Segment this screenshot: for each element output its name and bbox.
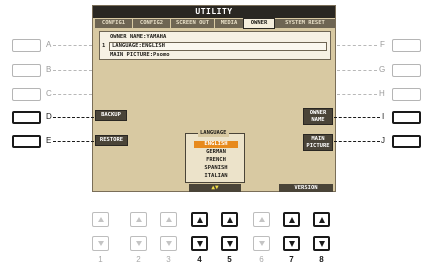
side-button-d[interactable] (12, 111, 41, 124)
up-triangle-icon (97, 217, 104, 222)
down-triangle-icon (318, 240, 325, 247)
language-item-italian[interactable]: ITALIAN (194, 173, 238, 180)
side-button-b[interactable] (12, 64, 41, 77)
main-picture-soft-button[interactable]: MAIN PICTURE (303, 134, 333, 151)
tab-system-reset[interactable]: SYSTEM RESET (275, 19, 335, 28)
side-letter-d: D (46, 112, 52, 121)
guide-line-b (53, 70, 92, 71)
guide-line-c (53, 94, 92, 95)
language-row: LANGUAGE:ENGLISH (109, 42, 327, 51)
guide-line-a (53, 45, 92, 46)
tab-owner[interactable]: OWNER (243, 18, 275, 29)
up-button-3[interactable] (160, 212, 177, 227)
row-number: 1 (102, 43, 106, 49)
side-letter-f: F (380, 40, 385, 49)
up-triangle-icon (288, 216, 295, 223)
language-item-german[interactable]: GERMAN (194, 149, 238, 156)
side-button-e[interactable] (12, 135, 41, 148)
up-triangle-icon (226, 216, 233, 223)
button-number-8: 8 (319, 255, 324, 264)
side-button-g[interactable] (392, 64, 421, 77)
up-button-7[interactable] (283, 212, 300, 227)
down-triangle-icon (165, 241, 172, 246)
up-button-6[interactable] (253, 212, 270, 227)
language-item-french[interactable]: FRENCH (194, 157, 238, 164)
side-button-j[interactable] (392, 135, 421, 148)
guide-line-e (53, 141, 94, 142)
side-letter-e: E (46, 136, 52, 145)
version-button[interactable]: VERSION (279, 184, 333, 192)
up-button-5[interactable] (221, 212, 238, 227)
owner-name-soft-button[interactable]: OWNER NAME (303, 108, 333, 125)
guide-line-f (337, 45, 377, 46)
button-number-6: 6 (259, 255, 264, 264)
owner-info-panel: OWNER NAME:YAMAHA 1 LANGUAGE:ENGLISH MAI… (99, 31, 331, 60)
button-number-1: 1 (98, 255, 103, 264)
up-button-4[interactable] (191, 212, 208, 227)
side-letter-i: I (382, 112, 385, 121)
backup-soft-button[interactable]: BACKUP (95, 110, 127, 121)
side-button-c[interactable] (12, 88, 41, 101)
up-triangle-icon (135, 217, 142, 222)
lcd-screen: UTILITY CONFIG1 CONFIG2 SCREEN OUT MEDIA… (92, 5, 336, 192)
tab-config2[interactable]: CONFIG2 (133, 19, 170, 28)
tab-media[interactable]: MEDIA (215, 19, 243, 28)
guide-line-h (337, 94, 377, 95)
side-letter-a: A (46, 40, 52, 49)
up-button-1[interactable] (92, 212, 109, 227)
language-list: LANGUAGE ENGLISH GERMAN FRENCH SPANISH I… (185, 130, 245, 183)
down-triangle-icon (97, 241, 104, 246)
owner-name-row: OWNER NAME:YAMAHA (110, 34, 167, 40)
side-letter-b: B (46, 65, 52, 74)
up-triangle-icon (318, 216, 325, 223)
side-button-a[interactable] (12, 39, 41, 52)
language-item-english[interactable]: ENGLISH (194, 141, 238, 148)
tab-screen-out[interactable]: SCREEN OUT (171, 19, 214, 28)
up-triangle-icon (196, 216, 203, 223)
down-button-2[interactable] (130, 236, 147, 251)
side-button-f[interactable] (392, 39, 421, 52)
side-letter-h: H (379, 89, 385, 98)
guide-line-g (337, 70, 377, 71)
side-letter-g: G (379, 65, 386, 74)
button-number-5: 5 (227, 255, 232, 264)
side-button-h[interactable] (392, 88, 421, 101)
tab-config1[interactable]: CONFIG1 (95, 19, 132, 28)
down-triangle-icon (135, 241, 142, 246)
down-button-1[interactable] (92, 236, 109, 251)
down-triangle-icon (196, 240, 203, 247)
up-triangle-icon (165, 217, 172, 222)
side-button-i[interactable] (392, 111, 421, 124)
side-letter-c: C (46, 89, 52, 98)
screen-title: UTILITY (93, 6, 335, 18)
button-number-4: 4 (197, 255, 202, 264)
language-item-spanish[interactable]: SPANISH (194, 165, 238, 172)
down-triangle-icon (258, 241, 265, 246)
language-list-title: LANGUAGE (198, 130, 229, 137)
side-letter-j: J (381, 136, 385, 145)
up-triangle-icon (258, 217, 265, 222)
down-button-8[interactable] (313, 236, 330, 251)
up-button-2[interactable] (130, 212, 147, 227)
down-triangle-icon (288, 240, 295, 247)
down-triangle-icon (226, 240, 233, 247)
down-button-5[interactable] (221, 236, 238, 251)
tab-bar: CONFIG1 CONFIG2 SCREEN OUT MEDIA OWNER S… (95, 18, 335, 29)
main-picture-row: MAIN PICTURE:Psomo (110, 52, 170, 58)
down-button-7[interactable] (283, 236, 300, 251)
guide-line-j (334, 141, 380, 142)
guide-line-i (334, 117, 380, 118)
guide-line-d (53, 117, 94, 118)
up-button-8[interactable] (313, 212, 330, 227)
down-button-3[interactable] (160, 236, 177, 251)
down-button-6[interactable] (253, 236, 270, 251)
button-number-3: 3 (166, 255, 171, 264)
up-down-arrow-button[interactable]: ▲▼ (189, 184, 241, 192)
button-number-2: 2 (136, 255, 141, 264)
down-button-4[interactable] (191, 236, 208, 251)
restore-soft-button[interactable]: RESTORE (95, 135, 128, 146)
button-number-7: 7 (289, 255, 294, 264)
